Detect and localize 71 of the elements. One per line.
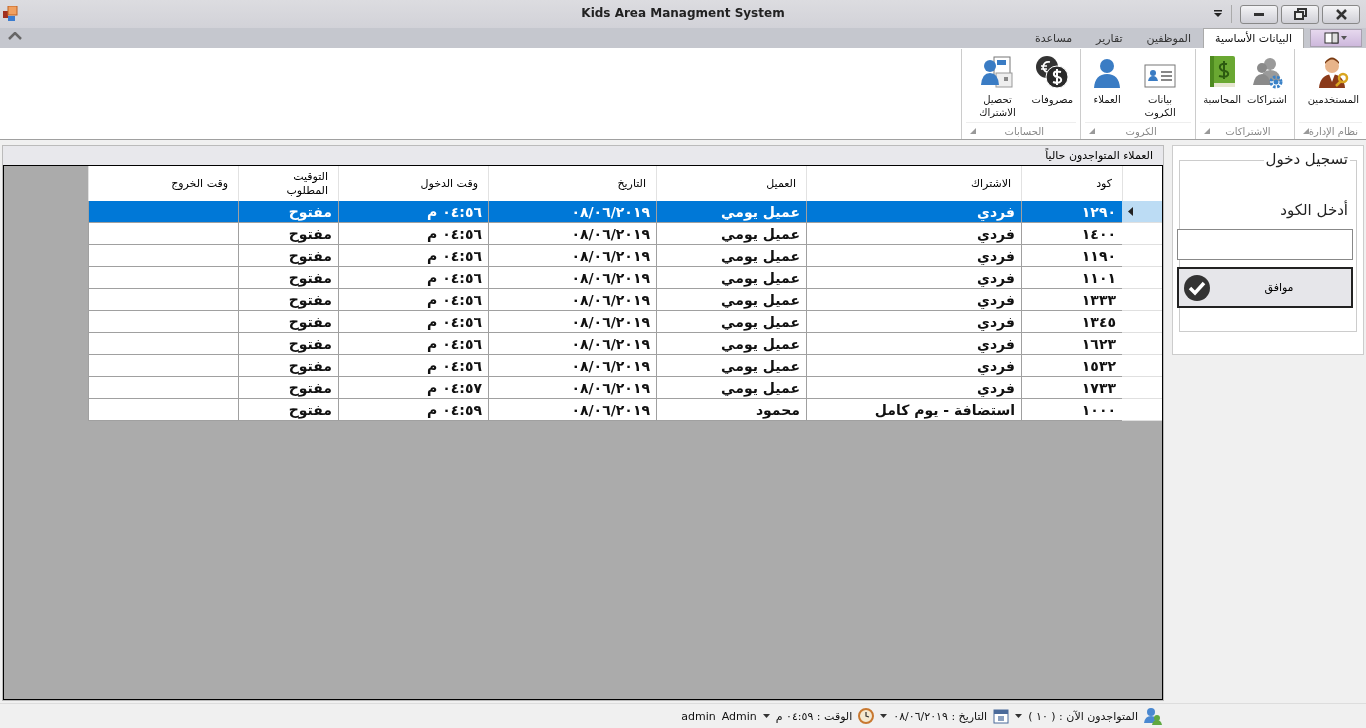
table-row[interactable]: ١٣٣٣ فردي عميل يومي ٠٨/٠٦/٢٠١٩ ٠٤:٥٦ م مفتوح	[88, 289, 1162, 311]
coins-icon	[1035, 55, 1070, 89]
grid-caption: العملاء المتواجدون حالياً	[1045, 149, 1153, 162]
launcher-icon[interactable]	[970, 128, 977, 134]
form-person-icon	[980, 55, 1015, 89]
table-row[interactable]: ١٧٣٣ فردي عميل يومي ٠٨/٠٦/٢٠١٩ ٠٤:٥٧ م مفتوح	[88, 377, 1162, 399]
restore-button[interactable]	[1281, 4, 1319, 24]
ribbon-button[interactable]: المستخدمين	[1304, 53, 1362, 122]
dropdown-icon[interactable]	[1213, 10, 1223, 18]
ribbon-button[interactable]: بيانات الكروت	[1129, 53, 1192, 122]
launcher-icon[interactable]	[1204, 128, 1211, 134]
check-icon	[1183, 273, 1211, 302]
launcher-icon[interactable]	[1302, 128, 1309, 134]
collapse-icon[interactable]	[8, 32, 22, 40]
table-cell: محمود	[656, 399, 806, 421]
present-count: المتواجدون الآن : ( ١٠ )	[1028, 709, 1138, 723]
table-cell: استضافة - يوم كامل	[806, 399, 1021, 421]
table-cell: ١٠٠٠	[1021, 399, 1122, 421]
current-row-icon	[1128, 207, 1133, 216]
table-cell: مفتوح	[238, 399, 338, 421]
launcher-icon[interactable]	[1089, 128, 1096, 134]
calendar-icon	[993, 708, 1010, 724]
user-key-icon	[1316, 55, 1351, 89]
panel-icon	[1324, 32, 1348, 44]
restore-icon	[1293, 7, 1307, 21]
ribbon-button[interactable]: المحاسبة	[1200, 53, 1245, 122]
ribbon-button[interactable]: مصروفات	[1028, 53, 1077, 122]
table-cell: ٠٤:٥٩ م	[338, 399, 488, 421]
ribbon-button[interactable]: العملاء	[1085, 53, 1130, 122]
group-label: الكروت	[1124, 125, 1158, 137]
users-icon	[1144, 707, 1162, 725]
ribbon-tab[interactable]: تقارير	[1084, 28, 1135, 48]
ok-button[interactable]: موافق	[1177, 267, 1353, 308]
group-label: الاشتراكات	[1224, 125, 1272, 137]
clock-icon	[858, 708, 875, 724]
table-row[interactable]: ١١٩٠ فردي عميل يومي ٠٨/٠٦/٢٠١٩ ٠٤:٥٦ م مفتوح	[88, 245, 1162, 267]
app-logo-icon	[3, 6, 19, 22]
status-date: التاريخ : ٠٨/٠٦/٢٠١٩	[893, 709, 988, 723]
ribbon-tab[interactable]: مساعدة	[1022, 28, 1085, 48]
field-label: أدخل الكود	[1280, 201, 1348, 219]
dropdown-caret-icon[interactable]	[1015, 714, 1023, 718]
table-row[interactable]: ١٠٠٠ استضافة - يوم كامل محمود ٠٨/٠٦/٢٠١٩ ٠٤:٥٩ م مفتوح	[88, 399, 1162, 421]
ribbon-button[interactable]: تحصيل الاشتراك	[966, 53, 1029, 122]
table-row[interactable]: ١٤٠٠ فردي عميل يومي ٠٨/٠٦/٢٠١٩ ٠٤:٥٦ م مفتوح	[88, 223, 1162, 245]
ribbon-button[interactable]: اشتراكات	[1244, 53, 1290, 122]
group-label: نظام الإدارة	[1308, 125, 1358, 137]
user-role: Admin	[721, 709, 757, 723]
dropdown-caret-icon[interactable]	[880, 714, 888, 718]
table-cell: ٠٨/٠٦/٢٠١٩	[488, 399, 656, 421]
table-row[interactable]: ١١٠١ فردي عميل يومي ٠٨/٠٦/٢٠١٩ ٠٤:٥٦ م مفتوح	[88, 267, 1162, 289]
table-row[interactable]: ١٦٢٣ فردي عميل يومي ٠٨/٠٦/٢٠١٩ ٠٤:٥٦ م مفتوح	[88, 333, 1162, 355]
book-icon	[1207, 55, 1238, 89]
table-row[interactable]: ١٥٣٢ فردي عميل يومي ٠٨/٠٦/٢٠١٩ ٠٤:٥٦ م مفتوح	[88, 355, 1162, 377]
row-header[interactable]	[1122, 201, 1162, 223]
ribbon-tab[interactable]: البيانات الأساسية	[1203, 28, 1304, 48]
user-name: admin	[681, 709, 716, 723]
code-field[interactable]	[1177, 229, 1353, 260]
ribbon-tab[interactable]: الموظفين	[1134, 28, 1203, 48]
group-title: تسجيل دخول	[1263, 150, 1350, 168]
table-row[interactable]: ١٢٩٠ فردي عميل يومي ٠٨/٠٦/٢٠١٩ ٠٤:٥٦ م مفتوح	[88, 201, 1162, 223]
minimize-button[interactable]	[1240, 4, 1278, 24]
app-menu-button[interactable]	[1310, 29, 1362, 47]
close-icon	[1334, 7, 1348, 21]
id-card-icon	[1144, 63, 1177, 89]
status-time: الوقت : ٠٤:٥٩ م	[775, 709, 853, 723]
close-button[interactable]	[1322, 4, 1360, 24]
minimize-icon	[1254, 12, 1264, 16]
window-title: Kids Area Managment System	[581, 6, 785, 20]
dropdown-caret-icon[interactable]	[762, 714, 770, 718]
table-row[interactable]: ١٣٤٥ فردي عميل يومي ٠٨/٠٦/٢٠١٩ ٠٤:٥٦ م مفتوح	[88, 311, 1162, 333]
group-label: الحسابات	[1003, 125, 1046, 137]
